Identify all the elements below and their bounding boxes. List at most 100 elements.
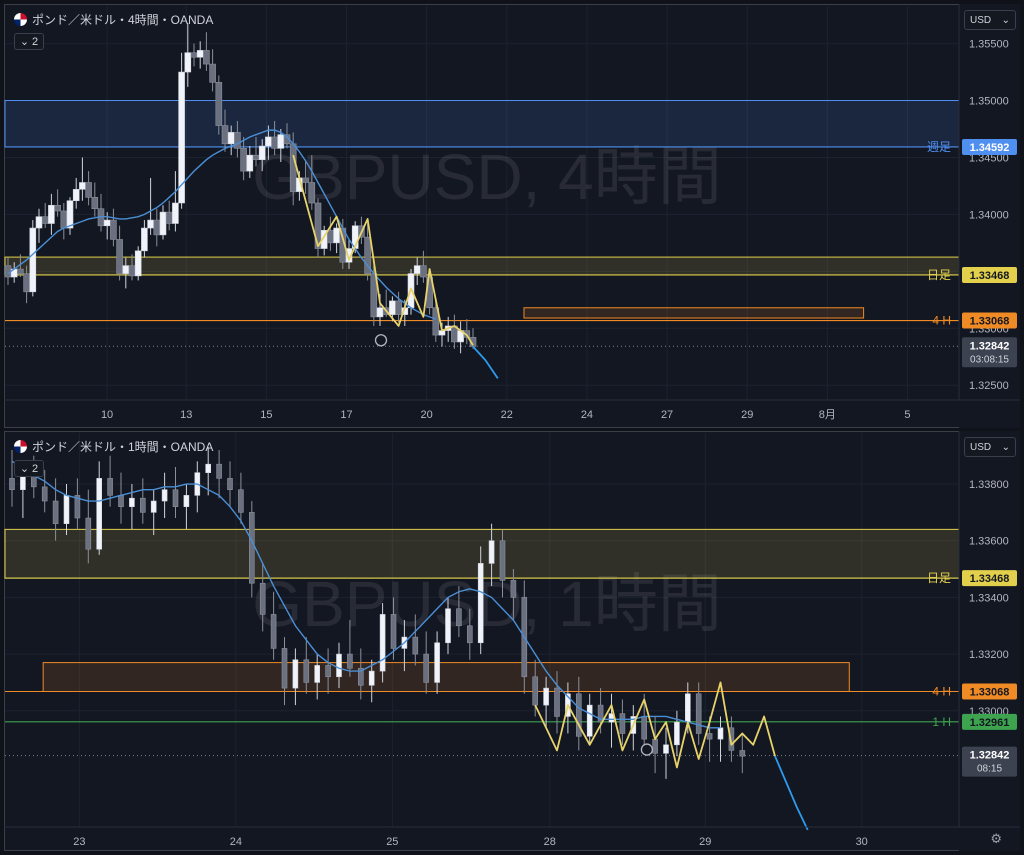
- candle-body: [477, 563, 484, 644]
- candle-body: [717, 727, 724, 740]
- panel-title-text: ポンド／米ドル・4時間・OANDA: [32, 12, 214, 27]
- candle-body: [277, 134, 285, 149]
- watermark: GBPUSD, 4時間: [252, 141, 721, 213]
- x-tick-label: 20: [421, 409, 433, 421]
- candle-body: [203, 50, 210, 65]
- y-tick-label: 1.35000: [969, 96, 1009, 108]
- candle-body: [103, 219, 111, 227]
- y-tick-label: 1.33200: [969, 649, 1009, 661]
- candle-body: [412, 636, 419, 655]
- indicator-toggle-button[interactable]: ⌄ 2: [14, 460, 44, 477]
- chevron-down-icon: ⌄: [1001, 441, 1010, 453]
- candle-body: [190, 52, 198, 58]
- candle-body: [216, 463, 222, 479]
- candle-body: [684, 693, 691, 723]
- chart-workspace: GBPUSD, 4時間 1.35500 1.35000 1.34500 1.34000 1…: [0, 0, 1024, 855]
- candle-body: [165, 211, 173, 224]
- chart-panel-4h[interactable]: GBPUSD, 4時間 1.35500 1.35000 1.34500 1.34000 1…: [4, 4, 1020, 428]
- candle-body: [240, 148, 247, 172]
- candle-body: [17, 268, 24, 274]
- candle-body: [184, 52, 192, 73]
- candle-body: [488, 540, 495, 564]
- level-price-text: 1.33068: [970, 316, 1010, 328]
- candle-body: [183, 495, 190, 507]
- x-tick-label: 10: [101, 409, 113, 421]
- candle-body: [41, 486, 48, 502]
- candle-body: [695, 693, 702, 734]
- chart-panel-1h[interactable]: GBPUSD, 1時間 1.33800 1.33600 1.33400 1.33200 1…: [4, 431, 1020, 851]
- candle-body: [389, 300, 396, 315]
- candle-body: [29, 227, 37, 293]
- candle-body: [246, 154, 254, 172]
- currency-select[interactable]: USD ⌄: [964, 10, 1016, 30]
- candle-body: [347, 653, 353, 669]
- candle-body: [292, 659, 299, 689]
- candle-body: [641, 716, 648, 740]
- candle-body: [96, 478, 102, 550]
- candle-body: [129, 497, 135, 507]
- candle-body: [532, 676, 539, 706]
- x-tick-label: 27: [661, 409, 673, 421]
- level-label: 日足: [927, 571, 951, 585]
- candle-body: [252, 154, 260, 161]
- candle-body: [209, 63, 216, 83]
- level-price-text: 1.33468: [970, 270, 1010, 282]
- sr-zone: [4, 256, 960, 276]
- candle-body: [390, 614, 397, 649]
- currency-select[interactable]: USD ⌄: [964, 437, 1016, 457]
- candle-body: [674, 721, 680, 746]
- candle-body: [9, 478, 15, 490]
- candle-body: [456, 608, 462, 627]
- candle-body: [336, 653, 342, 678]
- candle-body: [238, 489, 244, 513]
- y-tick-label: 1.33800: [969, 479, 1009, 491]
- chevron-down-icon: ⌄: [19, 36, 30, 48]
- candle-body: [379, 614, 386, 672]
- candle-body: [35, 216, 43, 229]
- candle-body: [423, 653, 430, 683]
- y-tick-label: 1.33400: [969, 592, 1009, 604]
- candle-body: [466, 625, 473, 644]
- candle-body: [619, 713, 626, 734]
- gbp-usd-flag-icon: [14, 439, 27, 453]
- currency-value: USD: [970, 14, 992, 26]
- candle-body: [445, 608, 451, 644]
- chart-svg-4h[interactable]: GBPUSD, 4時間1.355001.350001.345001.340001…: [4, 4, 1020, 428]
- panel-title-1h: ポンド／米ドル・1時間・OANDA: [14, 437, 213, 455]
- candle-body: [215, 81, 223, 126]
- candle-body: [140, 497, 146, 513]
- candle-body: [271, 136, 278, 149]
- candle-body: [41, 216, 49, 224]
- chevron-down-icon: ⌄: [19, 463, 30, 475]
- sr-zone: [523, 307, 865, 319]
- last-price-text: 1.32842: [970, 340, 1010, 352]
- candle-body: [122, 265, 130, 274]
- candle-body: [147, 219, 154, 229]
- candle-body: [289, 143, 297, 192]
- candle-body: [652, 738, 658, 754]
- candle-body: [205, 463, 211, 473]
- candle-body: [79, 182, 86, 190]
- watermark: GBPUSD, 1時間: [252, 568, 721, 640]
- candle-body: [85, 517, 92, 550]
- price-axis-background: [959, 431, 1020, 851]
- panel-title-4h: ポンド／米ドル・4時間・OANDA: [14, 10, 213, 28]
- candle-body: [739, 750, 746, 757]
- candle-body: [510, 580, 517, 598]
- candle-body: [586, 704, 593, 737]
- candle-body: [308, 182, 316, 204]
- indicator-toggle-button[interactable]: ⌄ 2: [14, 33, 44, 50]
- candle-body: [543, 687, 549, 706]
- candle-body: [376, 307, 384, 318]
- candle-body: [159, 211, 167, 236]
- chart-svg-1h[interactable]: GBPUSD, 1時間 1.33800 1.33600 1.33400 1.33200 1…: [4, 431, 1020, 851]
- candle-body: [303, 659, 310, 683]
- candle-body: [72, 189, 80, 202]
- candle-body: [499, 540, 506, 581]
- candle-body: [434, 642, 440, 683]
- candle-body: [258, 145, 266, 161]
- candle-body: [227, 132, 235, 145]
- gear-icon[interactable]: ⚙: [990, 831, 1002, 847]
- candle-body: [706, 733, 713, 740]
- sr-zone: [4, 100, 960, 148]
